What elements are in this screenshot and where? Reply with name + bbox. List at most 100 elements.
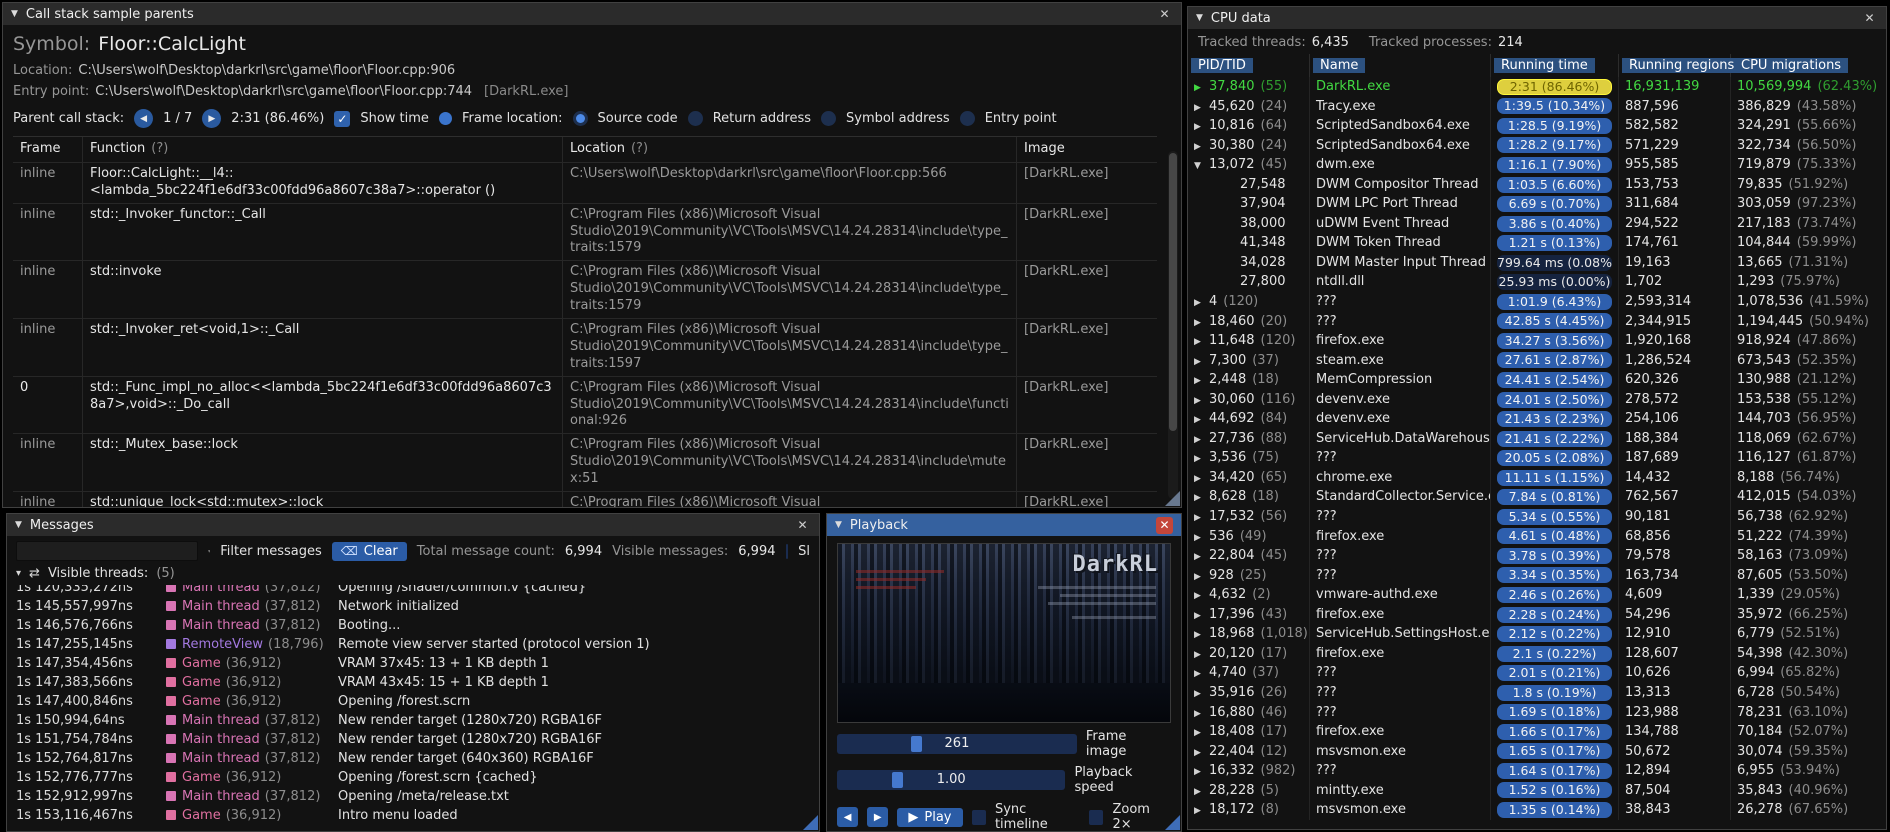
process-row[interactable]: ▶ 10,816 (64) ScriptedSandbox64.exe 1:28.5… [1188,116,1886,136]
process-row[interactable]: ▶ 27,736 (88) ServiceHub.DataWarehouse 21.… [1188,428,1886,449]
process-row[interactable]: 38,000 uDWM Event Thread 3.86 s (0.40%) … [1188,213,1886,234]
close-icon[interactable]: ✕ [1156,6,1173,23]
process-row[interactable]: ▶ 22,404 (12) msvsmon.exe 1.65 s (0.17%) 5… [1188,741,1886,762]
header-running-regions[interactable]: Running regions [1622,58,1742,73]
message-row[interactable]: 1s 151,754,784ns Main thread (37,812) New… [16,730,810,749]
pid-cell[interactable]: ▶ 27,736 (88) [1188,428,1310,449]
frame-image-slider[interactable]: 261 [837,734,1077,754]
pid-cell[interactable]: 27,548 [1188,174,1310,195]
pid-cell[interactable]: ▶ 8,628 (18) [1188,487,1310,508]
pid-cell[interactable]: ▶ 17,532 (56) [1188,507,1310,527]
sync-timeline-checkbox[interactable] [971,809,986,825]
pid-cell[interactable]: ▶ 4,740 (37) [1188,663,1310,683]
expand-icon[interactable]: ▶ [1194,79,1209,97]
expand-icon[interactable]: ▶ [1194,353,1209,371]
expand-icon[interactable]: ▶ [1194,568,1209,586]
truncated-checkbox[interactable] [785,543,789,559]
pid-cell[interactable]: ▶ 22,804 (45) [1188,546,1310,566]
process-row[interactable]: ▶ 8,628 (18) StandardCollector.Service.e 7… [1188,487,1886,508]
pid-cell[interactable]: 37,904 [1188,194,1310,214]
pid-cell[interactable]: ▶ 30,060 (116) [1188,389,1310,410]
expand-icon[interactable]: ▶ [1194,587,1209,605]
collapse-icon[interactable]: ▼ [1196,13,1203,23]
process-row[interactable]: ▶ 18,408 (17) firefox.exe 1.66 s (0.17%) 1… [1188,722,1886,742]
callstack-scrollbar[interactable] [1168,151,1178,499]
header-running-time[interactable]: Running time [1494,58,1595,73]
message-row[interactable]: 1s 120,335,272ns Main thread (37,812) Ope… [16,585,810,597]
pid-cell[interactable]: ▶ 45,620 (24) [1188,96,1310,117]
pid-cell[interactable]: ▶ 3,536 (75) [1188,448,1310,468]
process-row[interactable]: ▶ 16,880 (46) ??? 1.69 s (0.18%) 123,988 7… [1188,702,1886,723]
pid-cell[interactable]: ▶ 928 (25) [1188,565,1310,586]
message-row[interactable]: 1s 150,994,64ns Main thread (37,812) New … [16,711,810,730]
pid-cell[interactable]: ▶ 18,408 (17) [1188,722,1310,742]
expand-icon[interactable]: ▶ [1194,333,1209,351]
expand-icon[interactable]: ▶ [1194,529,1209,547]
expand-icon[interactable]: ▶ [1194,783,1209,801]
expand-icon[interactable]: ▶ [1194,626,1209,644]
pid-cell[interactable]: ▶ 4,632 (2) [1188,585,1310,605]
message-filter-input[interactable] [16,541,198,561]
expand-icon[interactable]: ▶ [1194,450,1209,468]
expand-icon[interactable]: ▶ [1194,118,1209,136]
resize-grip[interactable] [803,815,818,830]
message-row[interactable]: 1s 147,354,456ns Game (36,912) VRAM 37x45… [16,654,810,673]
pid-cell[interactable]: ▶ 4 (120) [1188,292,1310,312]
radio-source-code[interactable] [572,111,588,126]
pid-cell[interactable]: ▶ 17,396 (43) [1188,604,1310,625]
prev-callstack-button[interactable]: ◀ [134,109,154,128]
resize-grip[interactable] [1165,815,1180,830]
process-row[interactable]: 37,904 DWM LPC Port Thread 6.69 s (0.70%… [1188,194,1886,214]
visible-threads-row[interactable]: ▾ ⇄ Visible threads: (5) [7,566,819,585]
pid-cell[interactable]: 27,800 [1188,272,1310,293]
expand-icon[interactable]: ▶ [1194,724,1209,742]
process-row[interactable]: ▶ 536 (49) firefox.exe 4.61 s (0.48%) 68,8… [1188,526,1886,547]
process-row[interactable]: ▶ 28,228 (5) mintty.exe 1.52 s (0.16%) 87,… [1188,780,1886,801]
process-row[interactable]: ▶ 7,300 (37) steam.exe 27.61 s (2.87%) 1,2… [1188,350,1886,371]
show-time-checkbox[interactable]: ✓ [334,110,351,127]
process-row[interactable]: ▶ 2,448 (18) MemCompression 24.41 s (2.54%… [1188,370,1886,390]
header-name[interactable]: Name [1313,58,1366,73]
process-row[interactable]: ▶ 3,536 (75) ??? 20.05 s (2.08%) 187,689 1… [1188,448,1886,468]
pid-cell[interactable]: ▶ 28,228 (5) [1188,780,1310,801]
close-icon[interactable]: ✕ [794,517,811,534]
process-row[interactable]: ▶ 30,380 (24) ScriptedSandbox64.exe 1:28.2… [1188,135,1886,156]
play-button[interactable]: ▶ Play [897,807,963,827]
pid-cell[interactable]: 41,348 [1188,233,1310,253]
pid-cell[interactable]: ▶ 536 (49) [1188,526,1310,547]
expand-icon[interactable]: ▼ [1194,157,1209,175]
chevron-down-icon[interactable]: ▾ [16,568,21,579]
resize-grip[interactable] [1165,491,1180,506]
process-row[interactable]: ▶ 17,532 (56) ??? 5.34 s (0.55%) 90,181 56… [1188,507,1886,527]
header-pid-tid[interactable]: PID/TID [1191,58,1253,73]
pid-cell[interactable]: ▶ 30,380 (24) [1188,135,1310,156]
process-row[interactable]: 34,028 DWM Master Input Thread 799.64 ms… [1188,252,1886,273]
process-row[interactable]: 27,800 ntdll.dll 25.93 ms (0.00%) 1,702 … [1188,272,1886,293]
pid-cell[interactable]: ▶ 10,816 (64) [1188,116,1310,136]
expand-icon[interactable]: ▶ [1194,646,1209,664]
expand-icon[interactable]: ▶ [1194,138,1209,156]
header-cpu-migrations[interactable]: CPU migrations [1734,58,1849,73]
close-icon[interactable]: ✕ [1156,516,1173,534]
pid-cell[interactable]: ▶ 18,968 (1,018) [1188,624,1310,644]
pid-cell[interactable]: ▶ 18,460 (20) [1188,311,1310,332]
process-row[interactable]: ▶ 11,648 (120) firefox.exe 34.27 s (3.56%)… [1188,331,1886,351]
expand-icon[interactable]: ▶ [1194,294,1209,312]
message-row[interactable]: 1s 147,383,566ns Game (36,912) VRAM 43x45… [16,673,810,692]
process-row[interactable]: ▼ 13,072 (45) dwm.exe 1:16.1 (7.90%) 955,5… [1188,155,1886,175]
message-row[interactable]: 1s 152,912,997ns Main thread (37,812) Ope… [16,787,810,806]
expand-icon[interactable]: ▶ [1194,744,1209,762]
pid-cell[interactable]: ▶ 34,420 (65) [1188,467,1310,488]
process-row[interactable]: ▶ 928 (25) ??? 3.34 s (0.35%) 163,734 87,6… [1188,565,1886,586]
pid-cell[interactable]: ▶ 2,448 (18) [1188,370,1310,390]
process-row[interactable]: ▶ 22,804 (45) ??? 3.78 s (0.39%) 79,578 58… [1188,546,1886,566]
pid-cell[interactable]: ▶ 16,332 (982) [1188,761,1310,781]
pid-cell[interactable]: ▶ 22,404 (12) [1188,741,1310,762]
process-row[interactable]: ▶ 44,692 (84) devenv.exe 21.43 s (2.23%) 2… [1188,409,1886,429]
radio-symbol-address[interactable] [821,111,837,126]
process-row[interactable]: ▶ 30,060 (116) devenv.exe 24.01 s (2.50%) … [1188,389,1886,410]
pid-cell[interactable]: ▶ 7,300 (37) [1188,350,1310,371]
expand-icon[interactable]: ▶ [1194,372,1209,390]
collapse-icon[interactable]: ▼ [11,9,18,19]
process-row[interactable]: ▶ 45,620 (24) Tracy.exe 1:39.5 (10.34%) 88… [1188,96,1886,117]
